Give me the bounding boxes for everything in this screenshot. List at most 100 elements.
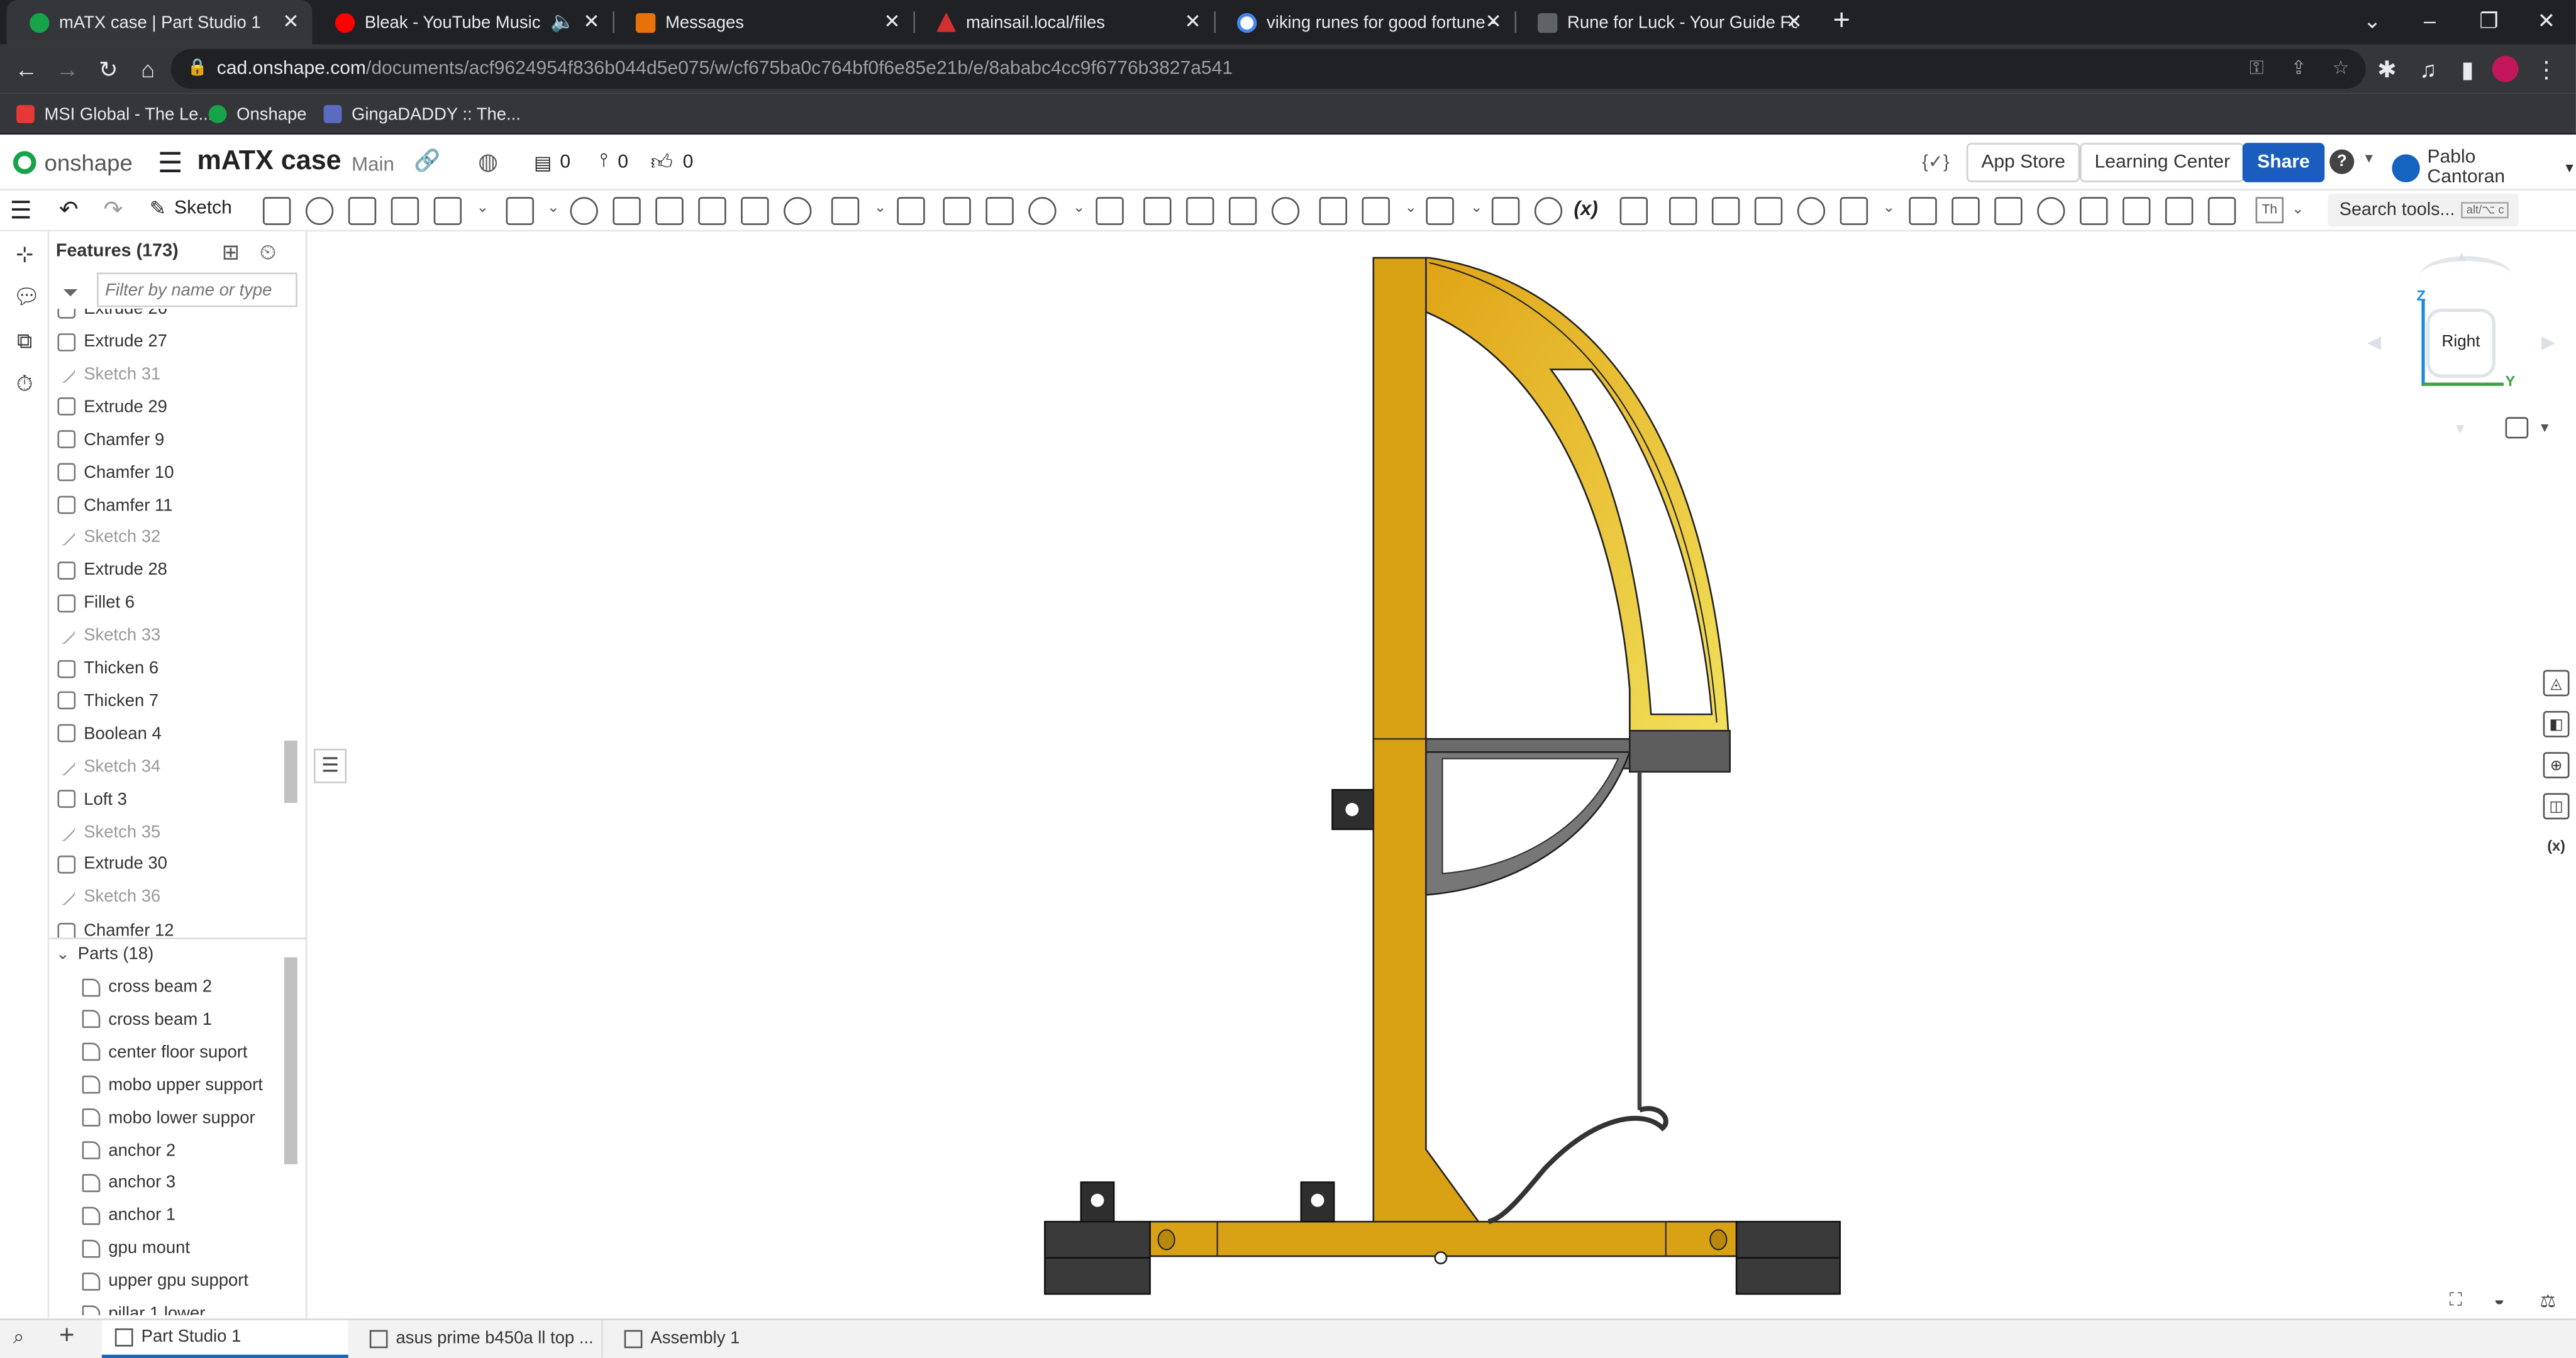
feature-list-toggle-icon[interactable]: ☰ — [10, 196, 32, 224]
feature-item[interactable]: Chamfer 9 — [57, 423, 164, 456]
feature-item[interactable]: Sketch 36 — [57, 881, 160, 914]
lower-curve[interactable] — [1487, 1106, 1668, 1225]
feature-tool-icon[interactable] — [1028, 197, 1057, 225]
tab-assembly-1[interactable]: Assembly 1 — [611, 1320, 858, 1358]
bookmark-msi[interactable]: MSI Global - The Le... — [16, 100, 213, 128]
feature-tool-icon[interactable] — [262, 197, 291, 225]
search-tabs-icon[interactable]: ⌕ — [13, 1325, 25, 1350]
comments-icon[interactable]: 💬︎ — [13, 285, 40, 309]
feature-tool-icon[interactable] — [1668, 197, 1697, 225]
chevron-down-icon[interactable]: ⌄ — [547, 199, 560, 217]
feature-item[interactable]: Sketch 32 — [57, 521, 160, 554]
browser-tab-active[interactable]: mATX case | Part Studio 1 ✕ — [6, 0, 313, 45]
chevron-down-icon[interactable]: ⌄ — [874, 199, 887, 217]
feature-tool-icon[interactable] — [897, 197, 925, 225]
feature-tool-icon[interactable] — [305, 197, 334, 225]
add-tab-icon[interactable]: + — [59, 1322, 74, 1351]
menu-icon[interactable]: ⋮ — [2533, 56, 2560, 82]
feature-tool-icon[interactable] — [1491, 197, 1520, 225]
address-bar[interactable]: 🔒 cad.onshape.com/documents/acf9624954f8… — [170, 49, 2366, 89]
minimize-button[interactable]: – — [2400, 0, 2459, 45]
view-right-arrow-icon[interactable]: ▶ — [2541, 332, 2555, 353]
feature-tool-icon[interactable] — [1797, 197, 1826, 225]
view-left-arrow-icon[interactable]: ◀ — [2367, 332, 2381, 353]
part-item[interactable]: center floor suport — [82, 1036, 248, 1069]
chevron-down-icon[interactable]: ⌄ — [1883, 199, 1896, 217]
feature-scrollbar-thumb[interactable] — [284, 740, 297, 803]
feature-tool-icon[interactable] — [2122, 197, 2151, 225]
mass-icon[interactable]: ⚖︎ — [2540, 1291, 2556, 1311]
versions-counter[interactable]: ▤ 0 — [534, 151, 570, 174]
feature-tool-icon[interactable] — [1534, 197, 1563, 225]
learning-center-button[interactable]: Learning Center — [2080, 143, 2245, 182]
feature-tool-icon[interactable] — [433, 197, 462, 225]
display-mode-cube-icon[interactable] — [2505, 417, 2529, 439]
feature-item[interactable]: Sketch 33 — [57, 619, 160, 652]
document-title[interactable]: mATX case — [197, 146, 341, 177]
restore-button[interactable]: ❐ — [2459, 0, 2518, 45]
close-icon[interactable]: ✕ — [279, 10, 303, 33]
add-folder-icon[interactable]: ⊞ — [222, 240, 240, 266]
feature-item[interactable]: Thicken 6 — [57, 652, 158, 685]
close-icon[interactable]: ✕ — [1482, 10, 1505, 33]
feature-tool-icon[interactable] — [1994, 197, 2023, 225]
tab-part-studio-1[interactable]: Part Studio 1 — [101, 1320, 348, 1358]
feature-tool-icon[interactable] — [943, 197, 971, 225]
variables-icon[interactable]: {✓} — [1922, 151, 1949, 172]
model-viewport[interactable] — [1019, 246, 1873, 1314]
measure-panel-icon[interactable]: ◧ — [2543, 710, 2570, 737]
close-icon[interactable]: ✕ — [580, 10, 603, 33]
user-menu[interactable]: Pablo Cantoran ▼ — [2392, 148, 2576, 187]
link-icon[interactable]: 🔗 — [414, 148, 440, 174]
redo-icon[interactable]: ↷ — [104, 196, 123, 223]
feature-item[interactable]: Extrude 28 — [57, 554, 167, 587]
home-icon[interactable]: ⌂ — [135, 56, 161, 82]
view-up-arrow-icon[interactable]: ▲ — [2455, 248, 2469, 264]
feature-tool-icon[interactable] — [741, 197, 769, 225]
chevron-down-icon[interactable]: ⌄ — [1404, 199, 1417, 217]
feature-filter-input[interactable] — [97, 272, 297, 307]
feature-tool-icon[interactable] — [1426, 197, 1454, 225]
feature-tool-icon[interactable] — [1096, 197, 1124, 225]
onshape-logo[interactable]: onshape — [13, 150, 133, 175]
browser-tab[interactable]: mainsail.local/files ✕ — [913, 0, 1216, 45]
history-icon[interactable]: ⏱︎ — [13, 372, 36, 396]
part-item[interactable]: pillar 1 lower — [82, 1297, 205, 1316]
browser-tab[interactable]: Messages ✕ — [613, 0, 915, 45]
part-item[interactable]: anchor 1 — [82, 1199, 175, 1232]
view-cube-face[interactable]: Right — [2426, 309, 2496, 378]
tab-search-chevron-icon[interactable]: ⌄ — [2343, 0, 2402, 45]
variable-fx-button[interactable]: (x) — [1574, 197, 1597, 220]
feature-tool-icon[interactable] — [655, 197, 684, 225]
feature-tool-icon[interactable] — [1319, 197, 1348, 225]
parts-header[interactable]: ⌄ Parts (18) — [56, 941, 153, 968]
bookmark-onshape[interactable]: Onshape — [208, 100, 307, 128]
feature-item[interactable]: Chamfer 11 — [57, 489, 173, 521]
feature-tool-icon[interactable] — [1362, 197, 1390, 225]
chevron-down-icon[interactable]: ⌄ — [477, 199, 489, 217]
feature-item[interactable]: Loft 3 — [57, 783, 127, 815]
feature-item[interactable]: Thicken 7 — [57, 685, 158, 717]
feature-item[interactable]: Sketch 31 — [57, 358, 160, 390]
mute-icon[interactable]: 🔈 — [550, 10, 575, 33]
feature-tool-icon[interactable] — [391, 197, 419, 225]
feature-tool-icon[interactable] — [2165, 197, 2194, 225]
extensions-icon[interactable]: ✱ — [2374, 56, 2401, 82]
forward-icon[interactable]: → — [54, 56, 80, 82]
chevron-down-icon[interactable]: ▼ — [2362, 151, 2375, 166]
star-icon[interactable]: ☆ — [2333, 49, 2350, 89]
branches-counter[interactable]: ⫯ 0 — [599, 151, 628, 172]
undo-icon[interactable]: ↶ — [59, 196, 79, 223]
close-icon[interactable]: ✕ — [1782, 10, 1806, 33]
part-item[interactable]: anchor 2 — [82, 1134, 175, 1166]
base-rail[interactable] — [1149, 1220, 1738, 1257]
help-icon[interactable]: ? — [2329, 149, 2355, 174]
share-button[interactable]: Share — [2242, 143, 2325, 182]
chevron-down-icon[interactable]: ⌄ — [2292, 201, 2304, 219]
feature-tool-icon[interactable] — [1186, 197, 1214, 225]
feature-tool-icon[interactable] — [1711, 197, 1740, 225]
feature-item-partial[interactable]: Chamfer 12 — [57, 915, 174, 938]
close-window-button[interactable]: ✕ — [2517, 0, 2576, 45]
variables-panel-icon[interactable]: (x) — [2543, 834, 2570, 861]
add-feature-icon[interactable]: ⊹ — [13, 242, 36, 267]
